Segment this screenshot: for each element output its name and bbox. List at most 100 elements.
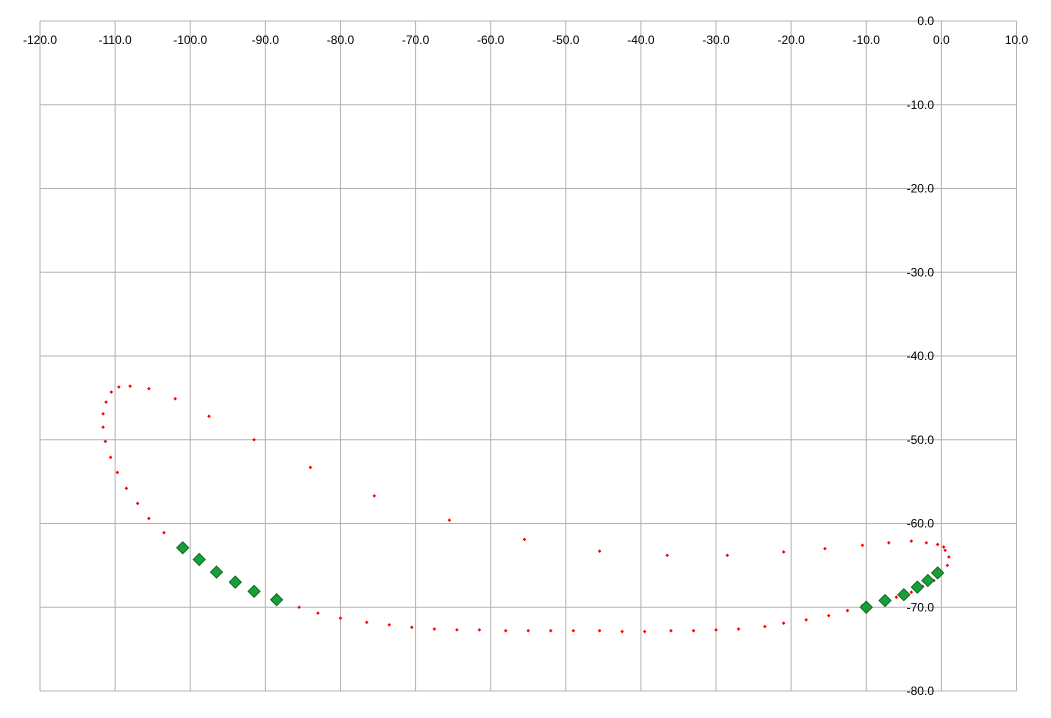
data-point bbox=[736, 627, 741, 631]
x-tick-label: -70.0 bbox=[402, 33, 430, 47]
data-point bbox=[176, 541, 190, 555]
data-point bbox=[860, 543, 865, 548]
data-point bbox=[943, 548, 947, 553]
data-point bbox=[921, 573, 935, 588]
x-tick-label: -100.0 bbox=[173, 33, 207, 47]
y-tick-label: -80.0 bbox=[907, 684, 935, 698]
x-tick-label: -80.0 bbox=[327, 33, 355, 47]
data-point bbox=[124, 486, 129, 491]
data-point bbox=[781, 621, 786, 625]
data-point bbox=[597, 549, 602, 553]
data-point bbox=[804, 618, 808, 622]
data-point bbox=[192, 552, 206, 567]
data-point bbox=[338, 616, 343, 620]
data-point bbox=[101, 411, 105, 416]
x-tick-label: -120.0 bbox=[23, 33, 57, 47]
data-point bbox=[597, 628, 602, 633]
data-point bbox=[101, 425, 105, 429]
data-point bbox=[924, 540, 929, 545]
x-tick-label: 0.0 bbox=[933, 33, 950, 47]
data-series bbox=[101, 384, 951, 634]
data-point bbox=[269, 593, 284, 607]
x-tick-label: -20.0 bbox=[777, 33, 805, 47]
data-point bbox=[297, 605, 301, 610]
data-point bbox=[477, 628, 482, 632]
data-point bbox=[669, 628, 673, 633]
scatter-chart: -120.0 -110.0 -100.0 -90.0 -80.0 -70.0 -60.0 -5… bbox=[0, 0, 1051, 713]
data-point bbox=[173, 396, 178, 401]
data-point bbox=[941, 545, 946, 549]
data-point bbox=[135, 501, 140, 506]
x-axis-tick-labels: -120.0 -110.0 -100.0 -90.0 -80.0 -70.0 -60.0 -5… bbox=[23, 33, 1029, 47]
data-point bbox=[316, 611, 320, 615]
x-tick-label: -30.0 bbox=[702, 33, 730, 47]
chart-canvas: -120.0 -110.0 -100.0 -90.0 -80.0 -70.0 -60.0 -5… bbox=[23, 14, 1029, 698]
data-point bbox=[147, 386, 151, 391]
data-point bbox=[117, 385, 121, 389]
y-tick-label: -40.0 bbox=[907, 349, 935, 363]
data-point bbox=[228, 575, 243, 589]
x-tick-label: -40.0 bbox=[627, 33, 655, 47]
data-point bbox=[887, 540, 891, 545]
data-point bbox=[826, 613, 831, 618]
data-point bbox=[725, 553, 730, 558]
data-point bbox=[209, 565, 224, 579]
data-point bbox=[252, 437, 256, 442]
data-point bbox=[503, 628, 508, 633]
data-point bbox=[455, 628, 459, 632]
x-tick-label: -10.0 bbox=[853, 33, 881, 47]
data-point bbox=[714, 628, 718, 632]
data-point bbox=[432, 627, 437, 631]
y-tick-label: -50.0 bbox=[907, 433, 935, 447]
data-point bbox=[410, 625, 414, 630]
x-tick-label: -60.0 bbox=[477, 33, 505, 47]
y-tick-label: 0.0 bbox=[917, 14, 934, 28]
data-point bbox=[910, 580, 925, 594]
data-point bbox=[897, 587, 911, 602]
data-point bbox=[548, 628, 553, 633]
data-point bbox=[845, 608, 850, 613]
y-tick-label: -20.0 bbox=[907, 182, 935, 196]
data-point bbox=[387, 623, 392, 627]
y-tick-label: -30.0 bbox=[907, 265, 935, 279]
grid bbox=[39, 20, 1017, 692]
data-point bbox=[823, 546, 827, 551]
data-point bbox=[372, 494, 377, 498]
series-2 bbox=[176, 541, 945, 614]
data-point bbox=[909, 590, 914, 594]
data-point bbox=[894, 595, 899, 599]
y-tick-label: -60.0 bbox=[907, 517, 935, 531]
data-point bbox=[763, 624, 767, 629]
data-point bbox=[364, 620, 369, 625]
data-point bbox=[691, 628, 696, 633]
data-point bbox=[207, 414, 211, 419]
data-point bbox=[947, 555, 951, 559]
data-point bbox=[109, 390, 114, 394]
data-point bbox=[308, 465, 313, 470]
series-1 bbox=[101, 384, 951, 634]
data-point bbox=[104, 400, 108, 404]
y-tick-label: -70.0 bbox=[907, 600, 935, 614]
data-point bbox=[859, 600, 873, 614]
data-point bbox=[665, 553, 670, 558]
data-point bbox=[781, 550, 786, 554]
data-point bbox=[108, 455, 113, 460]
data-point bbox=[620, 629, 624, 634]
data-point bbox=[247, 584, 261, 599]
data-point bbox=[522, 537, 527, 542]
data-point bbox=[945, 563, 950, 568]
x-tick-label: -90.0 bbox=[252, 33, 280, 47]
data-point bbox=[526, 628, 531, 633]
data-point bbox=[128, 384, 132, 388]
x-tick-label: -110.0 bbox=[99, 33, 132, 47]
data-point bbox=[909, 539, 914, 543]
x-tick-label: -50.0 bbox=[552, 33, 580, 47]
data-point bbox=[935, 542, 940, 547]
x-tick-label: 10.0 bbox=[1005, 33, 1029, 47]
y-tick-label: -10.0 bbox=[907, 98, 935, 112]
data-point bbox=[447, 518, 452, 522]
data-point bbox=[162, 530, 166, 535]
y-axis-tick-labels: 0.0 -10.0 -20.0 -30.0 -40.0 -50.0 -60.0 -70.0 -8… bbox=[907, 14, 935, 698]
data-point bbox=[878, 593, 892, 608]
data-point bbox=[147, 516, 151, 521]
